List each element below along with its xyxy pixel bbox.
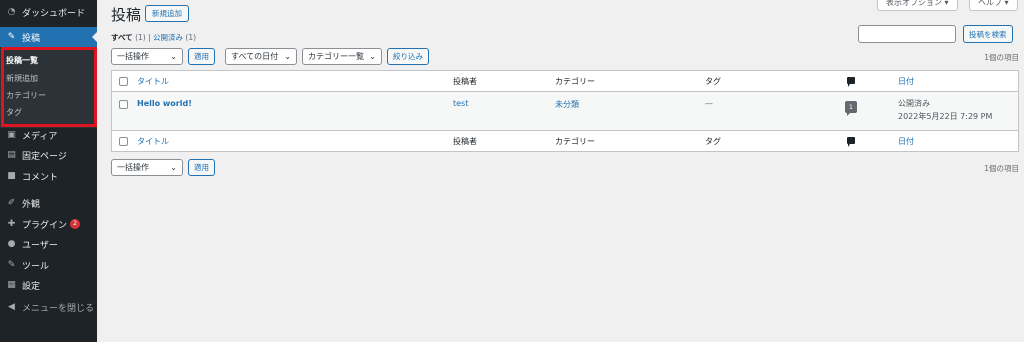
menu-comments[interactable]: ■ コメント [0, 166, 97, 186]
menu-dashboard-label: ダッシュボード [22, 8, 86, 19]
menu-users[interactable]: ● ユーザー [0, 234, 97, 254]
bulk-action-value-bottom: 一括操作 [117, 163, 149, 172]
filter-all-count: (1) [135, 33, 146, 42]
comment-count-badge[interactable]: 1 [845, 101, 857, 116]
filter-published[interactable]: 公開済み [153, 33, 183, 42]
menu-dashboard[interactable]: ◔ ダッシュボード [0, 2, 97, 22]
status-filter-links: すべて (1) | 公開済み (1) [111, 32, 196, 43]
page-title: 投稿 [111, 6, 142, 24]
media-icon: ▣ [7, 130, 16, 140]
column-tags-header: タグ [705, 77, 721, 86]
row-checkbox[interactable] [119, 100, 128, 109]
menu-tools-label: ツール [22, 261, 50, 272]
column-author-header: 投稿者 [453, 77, 477, 86]
category-filter-value: カテゴリー一覧 [308, 52, 364, 61]
comment-icon: ■ [7, 171, 16, 181]
help-button[interactable]: ヘルプ ▾ [969, 0, 1018, 11]
column-author-footer: 投稿者 [453, 137, 477, 146]
dashboard-icon: ◔ [7, 7, 16, 17]
menu-appearance-label: 外観 [22, 199, 41, 210]
menu-appearance[interactable]: ✐ 外観 [0, 193, 97, 213]
menu-plugins[interactable]: ✚ プラグイン 2 [0, 214, 97, 234]
settings-icon: ▦ [7, 280, 16, 290]
menu-collapse[interactable]: ◀ メニューを閉じる [0, 297, 97, 317]
plugins-update-badge: 2 [70, 219, 81, 229]
item-count-bottom: 1個の項目 [984, 164, 1019, 173]
apply-button-bottom[interactable]: 適用 [188, 159, 215, 176]
bulk-action-value-top: 一括操作 [117, 52, 149, 61]
table-row: Hello world! test 未分類 — 1 公開済み 2022年5月22… [112, 92, 1018, 130]
chevron-down-icon: ⌄ [170, 163, 177, 172]
apply-button-top[interactable]: 適用 [188, 48, 215, 65]
bulk-action-select-bottom[interactable]: 一括操作 ⌄ [111, 159, 183, 176]
user-icon: ● [7, 239, 16, 249]
add-new-button[interactable]: 新規追加 [145, 5, 189, 22]
menu-media-label: メディア [22, 131, 58, 142]
plugin-icon: ✚ [7, 219, 16, 229]
column-date-header[interactable]: 日付 [898, 76, 914, 87]
search-input[interactable] [858, 25, 956, 43]
wrench-icon: ✎ [7, 260, 16, 270]
post-date: 2022年5月22日 7:29 PM [898, 112, 993, 121]
date-filter-value: すべての日付 [231, 52, 279, 61]
column-title-footer[interactable]: タイトル [137, 136, 169, 147]
brush-icon: ✐ [7, 198, 16, 208]
menu-users-label: ユーザー [22, 240, 58, 251]
pin-icon: ✎ [7, 32, 16, 42]
menu-settings[interactable]: ▦ 設定 [0, 275, 97, 295]
main-content: 表示オプション ▾ ヘルプ ▾ 投稿 新規追加 すべて (1) | 公開済み (… [97, 0, 1024, 342]
chevron-down-icon: ⌄ [284, 52, 291, 61]
search-posts-button[interactable]: 投稿を検索 [963, 25, 1013, 43]
bulk-action-select-top[interactable]: 一括操作 ⌄ [111, 48, 183, 65]
post-title-link[interactable]: Hello world! [137, 99, 192, 108]
submenu-categories[interactable]: カテゴリー [6, 90, 46, 101]
menu-media[interactable]: ▣ メディア [0, 125, 97, 145]
filter-button[interactable]: 絞り込み [387, 48, 429, 65]
menu-posts-label: 投稿 [22, 33, 41, 44]
select-all-checkbox-footer[interactable] [119, 137, 128, 146]
filter-all[interactable]: すべて [111, 33, 133, 42]
table-footer-row: タイトル 投稿者 カテゴリー タグ 日付 [112, 130, 1018, 151]
post-category-link[interactable]: 未分類 [555, 99, 579, 110]
column-categories-footer: カテゴリー [555, 137, 595, 146]
submenu-tags[interactable]: タグ [6, 107, 22, 118]
menu-pages[interactable]: ▤ 固定ページ [0, 145, 97, 165]
post-tags: — [705, 99, 713, 108]
chevron-down-icon: ⌄ [369, 52, 376, 61]
menu-settings-label: 設定 [22, 281, 41, 292]
posts-submenu: 投稿一覧 新規追加 カテゴリー タグ [0, 48, 97, 128]
date-filter-select[interactable]: すべての日付 ⌄ [225, 48, 297, 65]
page-icon: ▤ [7, 150, 16, 160]
column-date-footer[interactable]: 日付 [898, 136, 914, 147]
item-count-top: 1個の項目 [984, 53, 1019, 62]
menu-pages-label: 固定ページ [22, 151, 67, 162]
menu-posts[interactable]: ✎ 投稿 [0, 27, 97, 47]
filter-published-count: (1) [185, 33, 197, 42]
column-categories-header: カテゴリー [555, 77, 595, 86]
submenu-add-new[interactable]: 新規追加 [6, 73, 38, 84]
menu-comments-label: コメント [22, 172, 59, 183]
category-filter-select[interactable]: カテゴリー一覧 ⌄ [302, 48, 382, 65]
select-all-checkbox[interactable] [119, 77, 128, 86]
comment-column-icon[interactable] [847, 137, 855, 147]
posts-table: タイトル 投稿者 カテゴリー タグ 日付 Hello world! test 未… [111, 70, 1019, 152]
comment-column-icon[interactable] [847, 77, 855, 87]
column-tags-footer: タグ [705, 137, 721, 146]
menu-plugins-label: プラグイン [22, 220, 68, 231]
table-header-row: タイトル 投稿者 カテゴリー タグ 日付 [112, 71, 1018, 92]
post-author-link[interactable]: test [453, 99, 468, 108]
post-status: 公開済み [898, 99, 930, 108]
admin-sidebar: ◔ ダッシュボード ✎ 投稿 投稿一覧 新規追加 カテゴリー タグ ▣ メディア… [0, 0, 97, 342]
screen-options-button[interactable]: 表示オプション ▾ [877, 0, 958, 11]
chevron-down-icon: ⌄ [170, 52, 177, 61]
collapse-icon: ◀ [8, 302, 15, 312]
menu-collapse-label: メニューを閉じる [22, 303, 95, 314]
submenu-all-posts[interactable]: 投稿一覧 [6, 55, 38, 66]
filter-separator: | [148, 33, 151, 42]
column-title-header[interactable]: タイトル [137, 76, 169, 87]
menu-tools[interactable]: ✎ ツール [0, 255, 97, 275]
